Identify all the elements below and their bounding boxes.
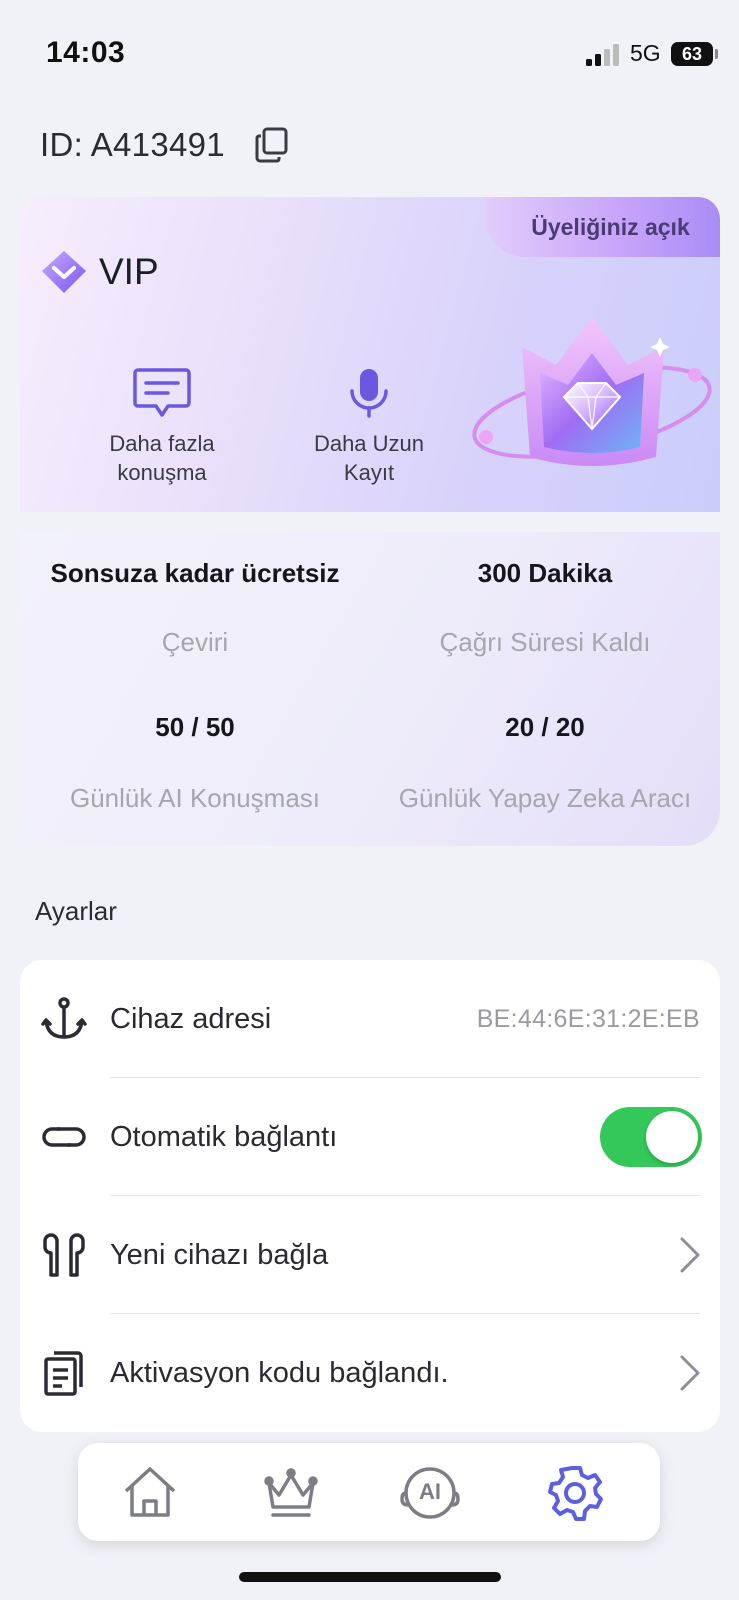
stat-value: Sonsuza kadar ücretsiz — [50, 558, 340, 588]
bottom-navigation: AI — [78, 1443, 660, 1541]
vip-crown-illustration — [472, 317, 712, 466]
document-icon — [44, 1351, 83, 1396]
link-icon — [42, 1127, 86, 1147]
settings-item-device-address: Cihaz adresi BE:44:6E:31:2E:EB — [20, 960, 720, 1078]
stat-caption: Günlük AI Konuşması — [69, 783, 321, 813]
membership-status-badge: Üyeliğiniz açık — [485, 197, 720, 257]
anchor-icon — [41, 997, 87, 1039]
vip-card[interactable]: Üyeliğiniz açık VIP Daha fazla konuşma D… — [20, 197, 720, 512]
earbuds-icon — [43, 1233, 85, 1277]
usage-stats-card: Sonsuza kadar ücretsiz Çeviri 300 Dakika… — [20, 532, 720, 846]
device-address-value: BE:44:6E:31:2E:EB — [476, 1004, 700, 1033]
copy-icon[interactable] — [255, 127, 289, 163]
stat-value: 20 / 20 — [505, 712, 585, 742]
battery-tip — [715, 49, 718, 59]
chevron-right-icon — [680, 1355, 700, 1391]
home-indicator — [239, 1572, 501, 1582]
status-time: 14:03 — [46, 36, 126, 69]
settings-item-label: Aktivasyon kodu bağlandı. — [110, 1356, 449, 1389]
microphone-icon — [350, 369, 388, 418]
feature-label-line1: Daha Uzun — [313, 431, 425, 456]
chat-bubble-icon — [133, 368, 191, 417]
feature-label-line1: Daha fazla — [109, 431, 215, 456]
settings-heading: Ayarlar — [35, 896, 117, 926]
chevron-right-icon — [680, 1237, 700, 1273]
home-icon[interactable] — [120, 1463, 180, 1523]
settings-card: Cihaz adresi BE:44:6E:31:2E:EB Otomatik … — [20, 960, 720, 1432]
crown-icon[interactable] — [261, 1463, 321, 1523]
feature-label-line2: Kayıt — [343, 460, 395, 485]
stat-value: 300 Dakika — [477, 558, 613, 588]
vip-title: VIP — [39, 249, 159, 295]
toggle-knob — [646, 1111, 698, 1163]
ai-icon[interactable]: AI — [400, 1463, 460, 1523]
settings-item-activation-code[interactable]: Aktivasyon kodu bağlandı. — [20, 1314, 720, 1432]
network-type: 5G — [630, 40, 661, 66]
feature-more-conversation: Daha fazla konuşma — [77, 367, 247, 487]
settings-item-label: Otomatik bağlantı — [110, 1120, 338, 1153]
auto-connect-toggle[interactable] — [600, 1107, 702, 1167]
diamond-icon — [42, 251, 86, 293]
stat-daily-ai-chat: 50 / 50 Günlük AI Konuşması — [20, 712, 370, 814]
stat-caption: Günlük Yapay Zeka Aracı — [398, 783, 692, 813]
feature-label-line2: konuşma — [117, 460, 207, 485]
cellular-signal-icon — [586, 44, 619, 66]
account-id: ID: A413491 — [40, 126, 225, 163]
status-bar: 14:03 5G 63 — [0, 0, 739, 100]
stat-value: 50 / 50 — [155, 712, 235, 742]
stat-translation: Sonsuza kadar ücretsiz Çeviri — [20, 558, 370, 658]
settings-item-connect-new-device[interactable]: Yeni cihazı bağla — [20, 1196, 720, 1314]
feature-longer-recording: Daha Uzun Kayıt — [284, 367, 454, 487]
settings-item-auto-connect: Otomatik bağlantı — [20, 1078, 720, 1196]
settings-item-label: Yeni cihazı bağla — [110, 1238, 329, 1271]
settings-item-label: Cihaz adresi — [110, 1002, 272, 1035]
stat-daily-ai-tool: 20 / 20 Günlük Yapay Zeka Aracı — [370, 712, 720, 814]
gear-icon[interactable] — [545, 1463, 605, 1523]
account-id-row: ID: A413491 — [40, 126, 289, 164]
stat-call-time: 300 Dakika Çağrı Süresi Kaldı — [370, 558, 720, 658]
vip-label: VIP — [99, 251, 159, 292]
stat-caption: Çeviri — [161, 627, 229, 657]
stat-caption: Çağrı Süresi Kaldı — [439, 627, 651, 657]
battery-icon: 63 — [671, 42, 713, 66]
ai-icon-text: AI — [419, 1479, 441, 1504]
